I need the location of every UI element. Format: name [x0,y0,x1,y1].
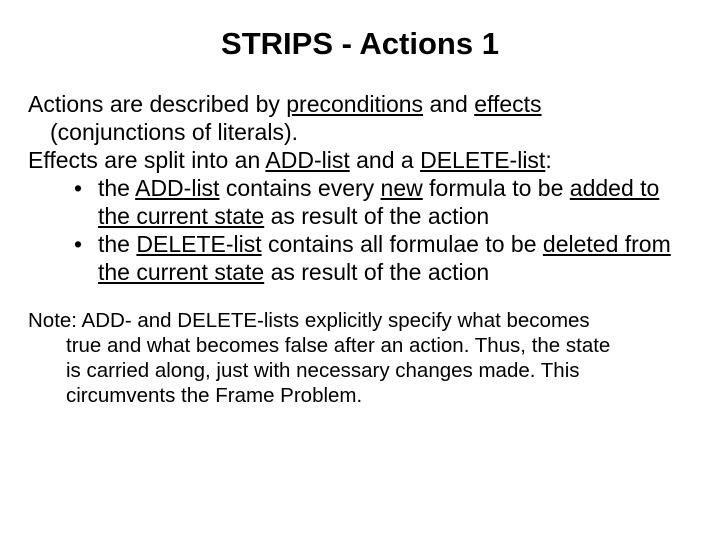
list-item: the ADD-list contains every new formula … [74,174,692,230]
text: the [98,231,136,257]
slide-body: Actions are described by preconditions a… [28,90,692,408]
text: and a [350,147,420,173]
bullet-list: the ADD-list contains every new formula … [28,174,692,286]
underline-preconditions: preconditions [286,91,423,117]
note-line: circumvents the Frame Problem. [28,383,692,408]
note-line: Note: ADD- and DELETE-lists explicitly s… [28,308,692,333]
underline-add-list: ADD-list [135,175,219,201]
text-cont: (conjunctions of literals). [28,118,692,146]
underline-delete-list: DELETE-list [136,231,261,257]
text: as result of the action [264,203,489,229]
text: as result of the action [264,259,489,285]
underline-effects: effects [474,91,541,117]
text: Effects are split into an [28,147,265,173]
text: and [423,91,474,117]
text: formula to be [423,175,570,201]
text: the [98,175,135,201]
text: : [545,147,551,173]
slide: STRIPS - Actions 1 Actions are described… [0,0,720,540]
text: contains every [219,175,380,201]
note-line: true and what becomes false after an act… [28,333,692,358]
paragraph-effects: Effects are split into an ADD-list and a… [28,146,692,174]
list-item: the DELETE-list contains all formulae to… [74,230,692,286]
note-paragraph: Note: ADD- and DELETE-lists explicitly s… [28,308,692,408]
text: Actions are described by [28,91,286,117]
text: contains all formulae to be [262,231,543,257]
slide-title: STRIPS - Actions 1 [28,26,692,62]
note-line: is carried along, just with necessary ch… [28,358,692,383]
underline-add-list: ADD-list [265,147,349,173]
underline-delete-list: DELETE-list [420,147,545,173]
paragraph-actions: Actions are described by preconditions a… [28,90,692,146]
underline-new: new [381,175,423,201]
